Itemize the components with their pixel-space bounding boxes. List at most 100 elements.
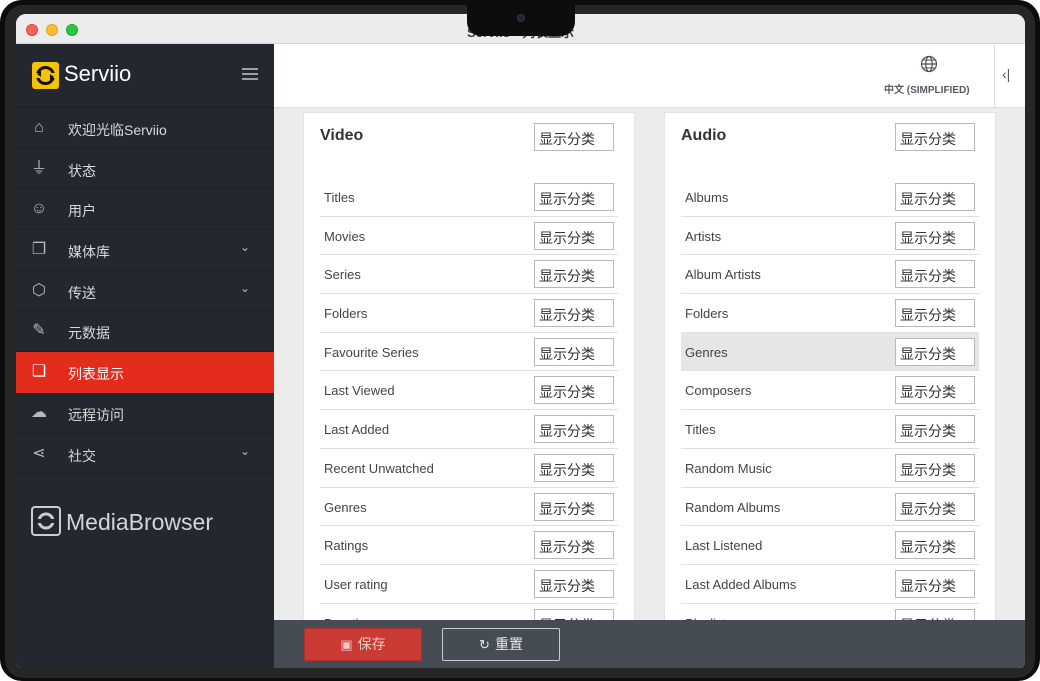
row-label: Folders — [685, 306, 729, 322]
table-row: Titles 显示分类 — [681, 410, 979, 449]
user-icon: ☺ — [30, 200, 48, 218]
row-label: Album Artists — [685, 267, 761, 283]
row-label: Albums — [685, 190, 729, 205]
laptop-frame: Serviio - 列表显示 Serviio ⌂ — [0, 0, 1040, 681]
row-label: Series — [324, 267, 361, 283]
camera-icon — [517, 14, 525, 22]
content-area: Video 显示分类 Titles 显示分类 Movies 显示分类 Series 显示分… — [274, 108, 1025, 620]
home-icon: ⌂ — [34, 119, 44, 136]
sidebar-item-delivery[interactable]: ⬡ 传送 ⌄ — [16, 271, 274, 312]
audio-header-select[interactable]: 显示分类 — [895, 123, 975, 151]
display-mode-select[interactable]: 显示分类 — [534, 608, 614, 620]
row-label: Composers — [685, 383, 752, 399]
display-mode-select[interactable]: 显示分类 — [895, 183, 975, 211]
video-rows: Titles 显示分类 Movies 显示分类 Series 显示分类 Folders 显示分… — [320, 178, 618, 620]
table-row: Genres 显示分类 — [320, 488, 618, 527]
display-mode-select[interactable]: 显示分类 — [534, 376, 614, 405]
sidebar-item-social[interactable]: ⋖ 社交 ⌄ — [16, 434, 274, 475]
save-label: 保存 — [357, 636, 386, 652]
row-label: Genres — [685, 344, 728, 360]
display-mode-select[interactable]: 显示分类 — [534, 415, 614, 444]
globe-icon[interactable] — [920, 55, 938, 73]
serviio-logo-icon — [32, 62, 59, 89]
row-label: User rating — [324, 576, 388, 592]
display-mode-select[interactable]: 显示分类 — [534, 183, 614, 211]
display-mode-select[interactable]: 显示分类 — [534, 492, 614, 521]
sidebar-item-label: 用户 — [68, 203, 96, 220]
row-label: Last Added — [324, 422, 390, 438]
chevron-down-icon[interactable]: ⌄ — [240, 281, 254, 295]
display-mode-select[interactable]: 显示分类 — [534, 569, 614, 598]
row-label: Titles — [324, 190, 355, 205]
sidebar-item-library[interactable]: ❐ 媒体库 ⌄ — [16, 230, 274, 271]
table-row: Titles 显示分类 — [320, 178, 618, 217]
chevron-down-icon[interactable]: ⌄ — [240, 444, 254, 458]
sidebar-item-label: 社交 — [68, 447, 96, 464]
language-selector[interactable]: 中文 (SIMPLIFIED) — [884, 81, 970, 96]
sidebar-item-label: 媒体库 — [68, 244, 110, 261]
divider — [994, 44, 995, 108]
display-mode-select[interactable]: 显示分类 — [895, 337, 975, 366]
sidebar-item-list-display[interactable]: ❏ 列表显示 — [16, 352, 274, 393]
table-row: Random Music 显示分类 — [681, 449, 979, 488]
display-mode-select[interactable]: 显示分类 — [895, 221, 975, 250]
hamburger-icon[interactable] — [242, 68, 258, 80]
display-mode-select[interactable]: 显示分类 — [895, 531, 975, 560]
row-label: Random Music — [685, 460, 772, 476]
sidebar-item-remote-access[interactable]: ☁ 远程访问 — [16, 393, 274, 434]
action-footer: ▣ 保存 ↻ 重置 — [274, 620, 1025, 668]
cloud-icon: ☁ — [31, 403, 47, 421]
display-mode-select[interactable]: 显示分类 — [534, 531, 614, 560]
sidebar-item-users[interactable]: ☺ 用户 — [16, 189, 274, 231]
row-label: Last Added Albums — [685, 576, 797, 592]
display-mode-select[interactable]: 显示分类 — [534, 453, 614, 482]
display-mode-select[interactable]: 显示分类 — [895, 492, 975, 521]
table-row: User rating 显示分类 — [320, 565, 618, 604]
row-label: Titles — [685, 422, 716, 438]
table-row: Artists 显示分类 — [681, 217, 979, 256]
library-icon: ❐ — [31, 241, 47, 259]
display-mode-select[interactable]: 显示分类 — [895, 608, 975, 620]
table-row: Albums 显示分类 — [681, 178, 979, 217]
display-mode-select[interactable]: 显示分类 — [895, 299, 975, 328]
chevron-down-icon[interactable]: ⌄ — [240, 240, 254, 254]
display-mode-select[interactable]: 显示分类 — [534, 260, 614, 289]
display-mode-select[interactable]: 显示分类 — [895, 415, 975, 444]
table-row: Genres 显示分类 — [681, 332, 979, 372]
save-icon: ▣ — [340, 637, 353, 652]
reset-label: 重置 — [494, 636, 523, 652]
table-row: Last Listened 显示分类 — [681, 526, 979, 565]
display-mode-select[interactable]: 显示分类 — [534, 221, 614, 250]
sidebar-item-label: 欢迎光临Serviio — [68, 122, 167, 138]
share-icon: ⋖ — [32, 444, 46, 462]
sidebar-item-welcome[interactable]: ⌂ 欢迎光临Serviio — [16, 108, 274, 149]
save-button[interactable]: ▣ 保存 — [304, 628, 422, 661]
table-row: Folders 显示分类 — [320, 294, 618, 333]
display-mode-select[interactable]: 显示分类 — [895, 376, 975, 405]
sidebar-item-label: 远程访问 — [68, 406, 124, 423]
brand-name: Serviio — [64, 61, 132, 86]
reset-button[interactable]: ↻ 重置 — [442, 628, 560, 661]
row-label: Genres — [324, 499, 367, 515]
display-mode-select[interactable]: 显示分类 — [895, 453, 975, 482]
row-label: Folders — [324, 306, 368, 322]
table-row: Movies 显示分类 — [320, 217, 618, 256]
video-header-select[interactable]: 显示分类 — [534, 123, 614, 151]
table-row: Composers 显示分类 — [681, 371, 979, 411]
sidebar-item-status[interactable]: ⏚ 状态 — [16, 149, 274, 190]
video-title: Video — [320, 127, 364, 144]
top-bar: 中文 (SIMPLIFIED) ‹| — [274, 44, 1025, 108]
row-label: Last Viewed — [324, 383, 395, 399]
display-mode-select[interactable]: 显示分类 — [895, 569, 975, 598]
sidebar-item-label: 元数据 — [68, 325, 110, 342]
collapse-icon[interactable]: ‹| — [1002, 66, 1010, 82]
display-mode-select[interactable]: 显示分类 — [534, 337, 614, 366]
display-mode-select[interactable]: 显示分类 — [895, 260, 975, 289]
row-label: Movies — [324, 228, 366, 244]
sidebar-item-metadata[interactable]: ✎ 元数据 — [16, 311, 274, 353]
display-mode-select[interactable]: 显示分类 — [534, 299, 614, 328]
brand-header: Serviio — [16, 44, 274, 108]
table-row: Favourite Series 显示分类 — [320, 333, 618, 372]
sidebar: Serviio ⌂ 欢迎光临Serviio ⏚ 状态 ☺ 用户 ❐ 媒体库 ⌄ … — [16, 44, 274, 668]
table-row: Last Added 显示分类 — [320, 410, 618, 449]
